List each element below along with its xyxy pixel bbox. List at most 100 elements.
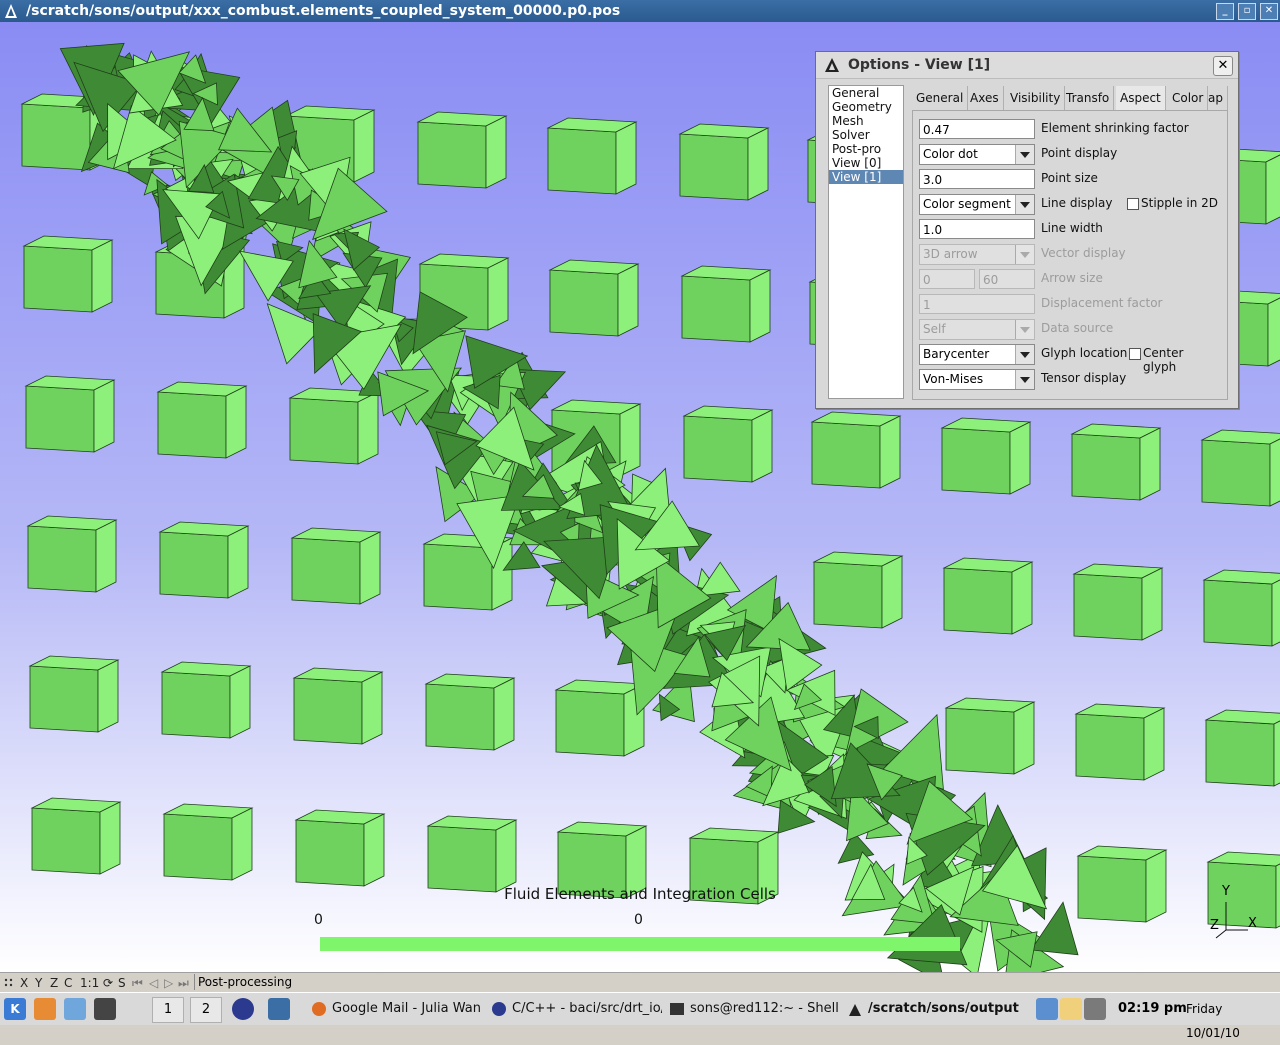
volume-icon[interactable] [1036, 998, 1058, 1020]
option-label: Point display [1041, 146, 1118, 160]
option-input[interactable]: 0.47 [919, 119, 1035, 139]
fluid-element-cube [162, 803, 254, 881]
option-select[interactable]: Color dot [919, 144, 1035, 165]
option-label: Data source [1041, 321, 1114, 335]
option-select[interactable]: Von-Mises [919, 369, 1035, 390]
network-icon[interactable] [64, 998, 86, 1020]
option-input[interactable]: 1.0 [919, 219, 1035, 239]
desktop-1-button[interactable]: 1 [152, 997, 184, 1023]
dropdown-arrow-icon [1015, 320, 1034, 339]
view-z-button[interactable]: Z [50, 976, 58, 990]
first-step-icon[interactable]: ⏮ [132, 976, 143, 990]
fluid-element-cube [416, 111, 508, 189]
option-label: Line width [1041, 221, 1103, 235]
fluid-element-cube [812, 551, 904, 629]
select-button[interactable]: S [118, 976, 126, 990]
option-select: 3D arrow [919, 244, 1035, 265]
option-row: 1.0 Line width [919, 219, 1219, 241]
tab-transfo[interactable]: Transfo [1062, 86, 1115, 110]
arrow-size-max-input: 60 [979, 269, 1035, 289]
tree-item[interactable]: Post-pro [829, 142, 903, 156]
tab-general[interactable]: General [912, 86, 969, 110]
option-select[interactable]: Barycenter [919, 344, 1035, 365]
prev-step-icon[interactable]: ◁ [149, 976, 158, 990]
taskbar-item-shell[interactable]: sons@red112:~ - Shell [670, 997, 840, 1021]
tree-item[interactable]: Solver [829, 128, 903, 142]
tree-item[interactable]: View [1] [829, 170, 903, 184]
view-x-button[interactable]: X [20, 976, 28, 990]
arrow-size-min-input: 0 [919, 269, 975, 289]
rotation-center-icon[interactable]: ⟳ [103, 976, 113, 990]
option-row: 3.0 Point size [919, 169, 1219, 191]
taskbar-item-label: /scratch/sons/output [868, 1001, 1019, 1016]
dialog-close-button[interactable]: ✕ [1213, 56, 1233, 76]
clock-day: Friday [1186, 1002, 1223, 1016]
dialog-titlebar[interactable]: Options - View [1] ✕ [816, 52, 1238, 79]
network-status-icon[interactable] [1084, 998, 1106, 1020]
option-checkbox[interactable] [1129, 348, 1141, 360]
taskbar-item-gmsh[interactable]: /scratch/sons/output [848, 997, 1022, 1021]
option-label: Element shrinking factor [1041, 121, 1189, 135]
select-value: Barycenter [923, 347, 990, 361]
taskbar-item-eclipse[interactable]: C/C++ - baci/src/drt_io/ [492, 997, 662, 1021]
window-title: /scratch/sons/output/xxx_combust.element… [26, 3, 621, 19]
option-select[interactable]: Color segment [919, 194, 1035, 215]
minimize-button[interactable]: _ [1216, 3, 1234, 20]
tab-visibility[interactable]: Visibility [1006, 86, 1066, 110]
home-icon[interactable] [34, 998, 56, 1020]
clock-time[interactable]: 02:19 pm [1118, 997, 1187, 1021]
tab-axes[interactable]: Axes [966, 86, 1004, 110]
tree-item[interactable]: Geometry [829, 100, 903, 114]
tree-item[interactable]: Mesh [829, 114, 903, 128]
tree-item[interactable]: View [0] [829, 156, 903, 170]
clock-date[interactable]: Friday 10/01/10 [1186, 997, 1280, 1045]
dropdown-arrow-icon [1015, 145, 1034, 164]
view-y-button[interactable]: Y [35, 976, 42, 990]
axes-indicator: Y Z X [1200, 882, 1264, 940]
options-dialog: Options - View [1] ✕ General Geometry Mesh… [815, 51, 1239, 409]
option-row: Barycenter Glyph location Center glyph [919, 344, 1219, 374]
fluid-element-cube [1076, 845, 1168, 923]
tab-color[interactable]: Color [1168, 86, 1209, 110]
fluid-element-cube [30, 797, 122, 875]
fluid-element-cube [158, 521, 250, 599]
maximize-button[interactable]: ▫ [1238, 3, 1256, 20]
scale-1to1-button[interactable]: 1:1 [80, 976, 99, 990]
option-input[interactable]: 3.0 [919, 169, 1035, 189]
kde-menu-icon[interactable]: K [4, 998, 26, 1020]
last-step-icon[interactable]: ⏭ [178, 976, 189, 990]
option-checkbox[interactable] [1127, 198, 1139, 210]
dropdown-arrow-icon [1015, 195, 1034, 214]
terminal-icon[interactable] [94, 998, 116, 1020]
dropdown-arrow-icon [1015, 370, 1034, 389]
scale-color-bar [320, 937, 960, 951]
taskbar-item-label: C/C++ - baci/src/drt_io/ [512, 1001, 662, 1016]
eclipse-icon[interactable] [232, 998, 254, 1020]
gmsh-task-icon[interactable] [268, 998, 290, 1020]
dropdown-arrow-icon [1015, 245, 1034, 264]
play-icon[interactable]: ▷ [164, 976, 173, 990]
rotate-button[interactable]: C [64, 976, 72, 990]
option-row: 0.47 Element shrinking factor [919, 119, 1219, 141]
select-value: Von-Mises [923, 372, 984, 386]
klipper-icon[interactable] [1060, 998, 1082, 1020]
desktop-2-button[interactable]: 2 [190, 997, 222, 1023]
fluid-element-cube [292, 667, 384, 745]
option-row: Von-Mises Tensor display [919, 369, 1219, 391]
taskbar-item-gmail[interactable]: Google Mail - Julia Wan [312, 997, 484, 1021]
clock-date-value: 10/01/10 [1186, 1026, 1240, 1040]
window-titlebar[interactable]: /scratch/sons/output/xxx_combust.element… [0, 0, 1280, 22]
tab-ap[interactable]: ap [1204, 86, 1228, 110]
option-label: Vector display [1041, 246, 1126, 260]
taskbar: K 1 2 Google Mail - Julia Wan C/C++ - ba… [0, 992, 1280, 1040]
option-select: Self [919, 319, 1035, 340]
aspect-panel: 0.47 Element shrinking factor Color dot Poi… [912, 110, 1228, 400]
grip-icon [4, 978, 13, 987]
tab-aspect[interactable]: Aspect [1116, 86, 1166, 110]
tree-item[interactable]: General [829, 86, 903, 100]
close-button[interactable]: ✕ [1260, 3, 1278, 20]
fluid-element-cube [1204, 709, 1280, 787]
fluid-element-cube [426, 815, 518, 893]
option-row: Self Data source [919, 319, 1219, 341]
option-row: Color segment Line display Stipple in 2D [919, 194, 1219, 216]
